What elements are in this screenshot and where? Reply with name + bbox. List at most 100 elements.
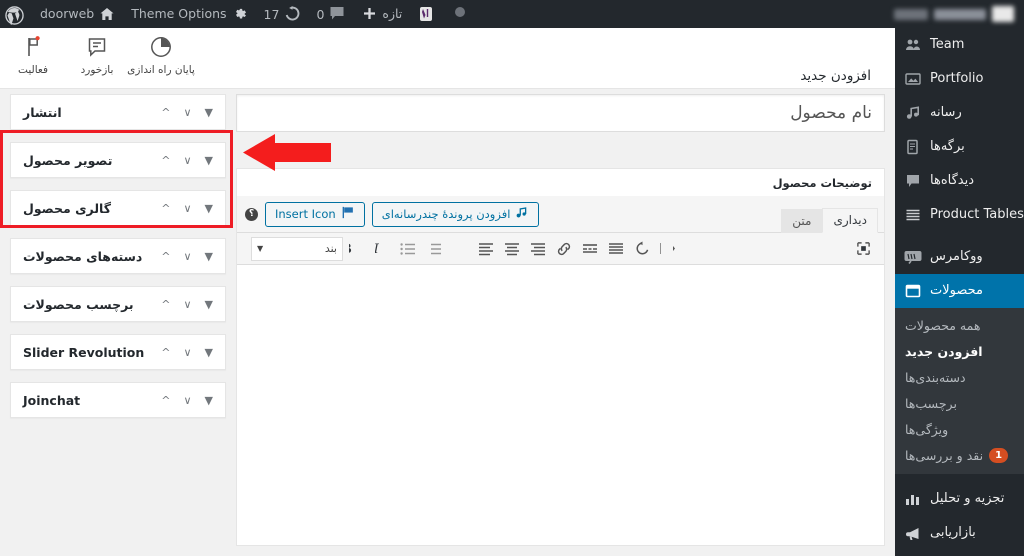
metabox-publish[interactable]: انتشار ^ ∨ ▼ xyxy=(10,94,226,130)
order-up-icon[interactable]: ^ xyxy=(161,347,170,358)
sidebar-subitem-add-new[interactable]: افزودن جدید xyxy=(895,338,1024,364)
toggle-icon[interactable]: ▼ xyxy=(205,347,213,358)
metabox-handles[interactable]: ^ ∨ ▼ xyxy=(161,203,213,214)
admin-sidebar-menu[interactable]: Team Portfolio رسانه برگه‌ها دیدگاه‌ها P… xyxy=(895,28,1024,556)
tab-visual[interactable]: دیداری xyxy=(822,208,878,233)
metabox-handles[interactable]: ^ ∨ ▼ xyxy=(161,395,213,406)
toggle-icon[interactable]: ▼ xyxy=(205,107,213,118)
sidebar-item-partial[interactable] xyxy=(895,550,1024,556)
admin-bar-yoast[interactable] xyxy=(410,0,442,28)
metabox-handles[interactable]: ^ ∨ ▼ xyxy=(161,251,213,262)
justify-icon[interactable] xyxy=(603,237,629,261)
add-media-icon xyxy=(515,206,529,223)
order-down-icon[interactable]: ∨ xyxy=(183,251,191,262)
toggle-icon[interactable]: ▼ xyxy=(205,155,213,166)
toolbar-button-finish-setup[interactable]: پایان راه اندازی xyxy=(127,32,195,76)
toggle-icon[interactable]: ▼ xyxy=(205,251,213,262)
sidebar-item-pages[interactable]: برگه‌ها xyxy=(895,130,1024,164)
comments-icon xyxy=(903,171,923,191)
sidebar-submenu-products[interactable]: همه محصولات افزودن جدید دسته‌بندی‌ها برچ… xyxy=(895,308,1024,474)
sidebar-item-portfolio[interactable]: Portfolio xyxy=(895,62,1024,96)
wordpress-icon xyxy=(5,6,24,26)
metabox-product-image[interactable]: تصویر محصول ^ ∨ ▼ xyxy=(10,142,226,178)
toolbar-button-feedback[interactable]: بازخورد xyxy=(72,32,122,76)
order-up-icon[interactable]: ^ xyxy=(161,251,170,262)
sidebar-item-analytics[interactable]: تجزیه و تحلیل xyxy=(895,482,1024,516)
metabox-joinchat[interactable]: Joinchat ^ ∨ ▼ xyxy=(10,382,226,418)
ltr-rtl-icon[interactable]: ¶ xyxy=(655,237,681,261)
blockquote-icon[interactable]: ““ xyxy=(447,237,473,261)
metabox-handles[interactable]: ^ ∨ ▼ xyxy=(161,347,213,358)
sidebar-subitem-categories[interactable]: دسته‌بندی‌ها xyxy=(895,364,1024,390)
order-down-icon[interactable]: ∨ xyxy=(183,299,191,310)
order-down-icon[interactable]: ∨ xyxy=(183,107,191,118)
paragraph-format-select[interactable]: ▼ بند xyxy=(251,236,343,261)
bold-icon[interactable]: B xyxy=(343,237,369,261)
sidebar-item-marketing[interactable]: بازاریابی xyxy=(895,516,1024,550)
toolbar-button-activity[interactable]: فعالیت xyxy=(8,32,58,76)
help-icon[interactable]: ؟ xyxy=(245,207,258,221)
sidebar-item-team[interactable]: Team xyxy=(895,28,1024,62)
metabox-title: دسته‌های محصولات xyxy=(23,248,143,264)
order-down-icon[interactable]: ∨ xyxy=(183,155,191,166)
sidebar-subitem-attributes[interactable]: ویژگی‌ها xyxy=(895,416,1024,442)
sidebar-subitem-tags[interactable]: برچسب‌ها xyxy=(895,390,1024,416)
product-title-input[interactable] xyxy=(247,102,874,124)
insert-icon-button[interactable]: Insert Icon xyxy=(265,201,365,227)
editor-mode-tabs[interactable]: دیداری متن xyxy=(781,196,878,233)
align-center-icon[interactable] xyxy=(499,237,525,261)
metabox-product-tags[interactable]: برچسب محصولات ^ ∨ ▼ xyxy=(10,286,226,322)
sidebar-item-comments[interactable]: دیدگاه‌ها xyxy=(895,164,1024,198)
sidebar-item-product-tables[interactable]: Product Tables xyxy=(895,198,1024,232)
paragraph-format-value: بند xyxy=(324,242,337,255)
team-icon xyxy=(903,35,923,55)
bullet-list-icon[interactable] xyxy=(395,237,421,261)
toggle-icon[interactable]: ▼ xyxy=(205,203,213,214)
admin-bar-comments[interactable]: 0 xyxy=(308,0,353,28)
order-up-icon[interactable]: ^ xyxy=(161,395,170,406)
toggle-icon[interactable]: ▼ xyxy=(205,299,213,310)
order-down-icon[interactable]: ∨ xyxy=(183,203,191,214)
chevron-down-icon: ▼ xyxy=(257,244,264,253)
metabox-handles[interactable]: ^ ∨ ▼ xyxy=(161,155,213,166)
order-up-icon[interactable]: ^ xyxy=(161,299,170,310)
admin-bar-wp-logo[interactable] xyxy=(0,0,32,28)
admin-bar-updates[interactable]: 17 xyxy=(256,0,309,28)
sidebar-subitem-all-products[interactable]: همه محصولات xyxy=(895,312,1024,338)
order-up-icon[interactable]: ^ xyxy=(161,107,170,118)
product-title-field-wrap[interactable] xyxy=(236,94,885,132)
order-up-icon[interactable]: ^ xyxy=(161,155,170,166)
site-name-label: doorweb xyxy=(40,6,95,21)
sidebar-subitem-reviews[interactable]: 1 نقد و بررسی‌ها xyxy=(895,442,1024,468)
order-down-icon[interactable]: ∨ xyxy=(183,347,191,358)
italic-icon[interactable]: I xyxy=(369,237,395,261)
sidebar-item-woocommerce[interactable]: ووکامرس xyxy=(895,240,1024,274)
link-icon[interactable] xyxy=(551,237,577,261)
align-left-icon[interactable] xyxy=(473,237,499,261)
undo-icon[interactable] xyxy=(629,237,655,261)
toggle-icon[interactable]: ▼ xyxy=(205,395,213,406)
tab-text[interactable]: متن xyxy=(781,209,823,233)
metabox-product-gallery[interactable]: گالری محصول ^ ∨ ▼ xyxy=(10,190,226,226)
align-right-icon[interactable] xyxy=(525,237,551,261)
admin-bar-status-dot[interactable] xyxy=(442,0,474,28)
fullscreen-icon[interactable] xyxy=(850,237,876,261)
admin-bar-theme-options[interactable]: Theme Options xyxy=(123,0,255,28)
sidebar-item-media[interactable]: رسانه xyxy=(895,96,1024,130)
sidebar-item-products[interactable]: محصولات xyxy=(895,274,1024,308)
editor-formatting-toolbar[interactable]: ¶ xyxy=(237,232,884,265)
metabox-product-categories[interactable]: دسته‌های محصولات ^ ∨ ▼ xyxy=(10,238,226,274)
order-down-icon[interactable]: ∨ xyxy=(183,395,191,406)
insert-icon-label: Insert Icon xyxy=(275,207,336,221)
admin-bar-site-home[interactable]: doorweb xyxy=(32,0,123,28)
metabox-slider-revolution[interactable]: Slider Revolution ^ ∨ ▼ xyxy=(10,334,226,370)
read-more-icon[interactable] xyxy=(577,237,603,261)
add-media-button[interactable]: افزودن پروندهٔ چندرسانه‌ای xyxy=(371,201,540,227)
reviews-count-badge: 1 xyxy=(989,447,1009,463)
editor-content-area[interactable] xyxy=(237,265,884,545)
numbered-list-icon[interactable]: 123 xyxy=(421,237,447,261)
order-up-icon[interactable]: ^ xyxy=(161,203,170,214)
metabox-handles[interactable]: ^ ∨ ▼ xyxy=(161,299,213,310)
metabox-handles[interactable]: ^ ∨ ▼ xyxy=(161,107,213,118)
admin-bar-new-content[interactable]: تازه xyxy=(353,0,410,28)
